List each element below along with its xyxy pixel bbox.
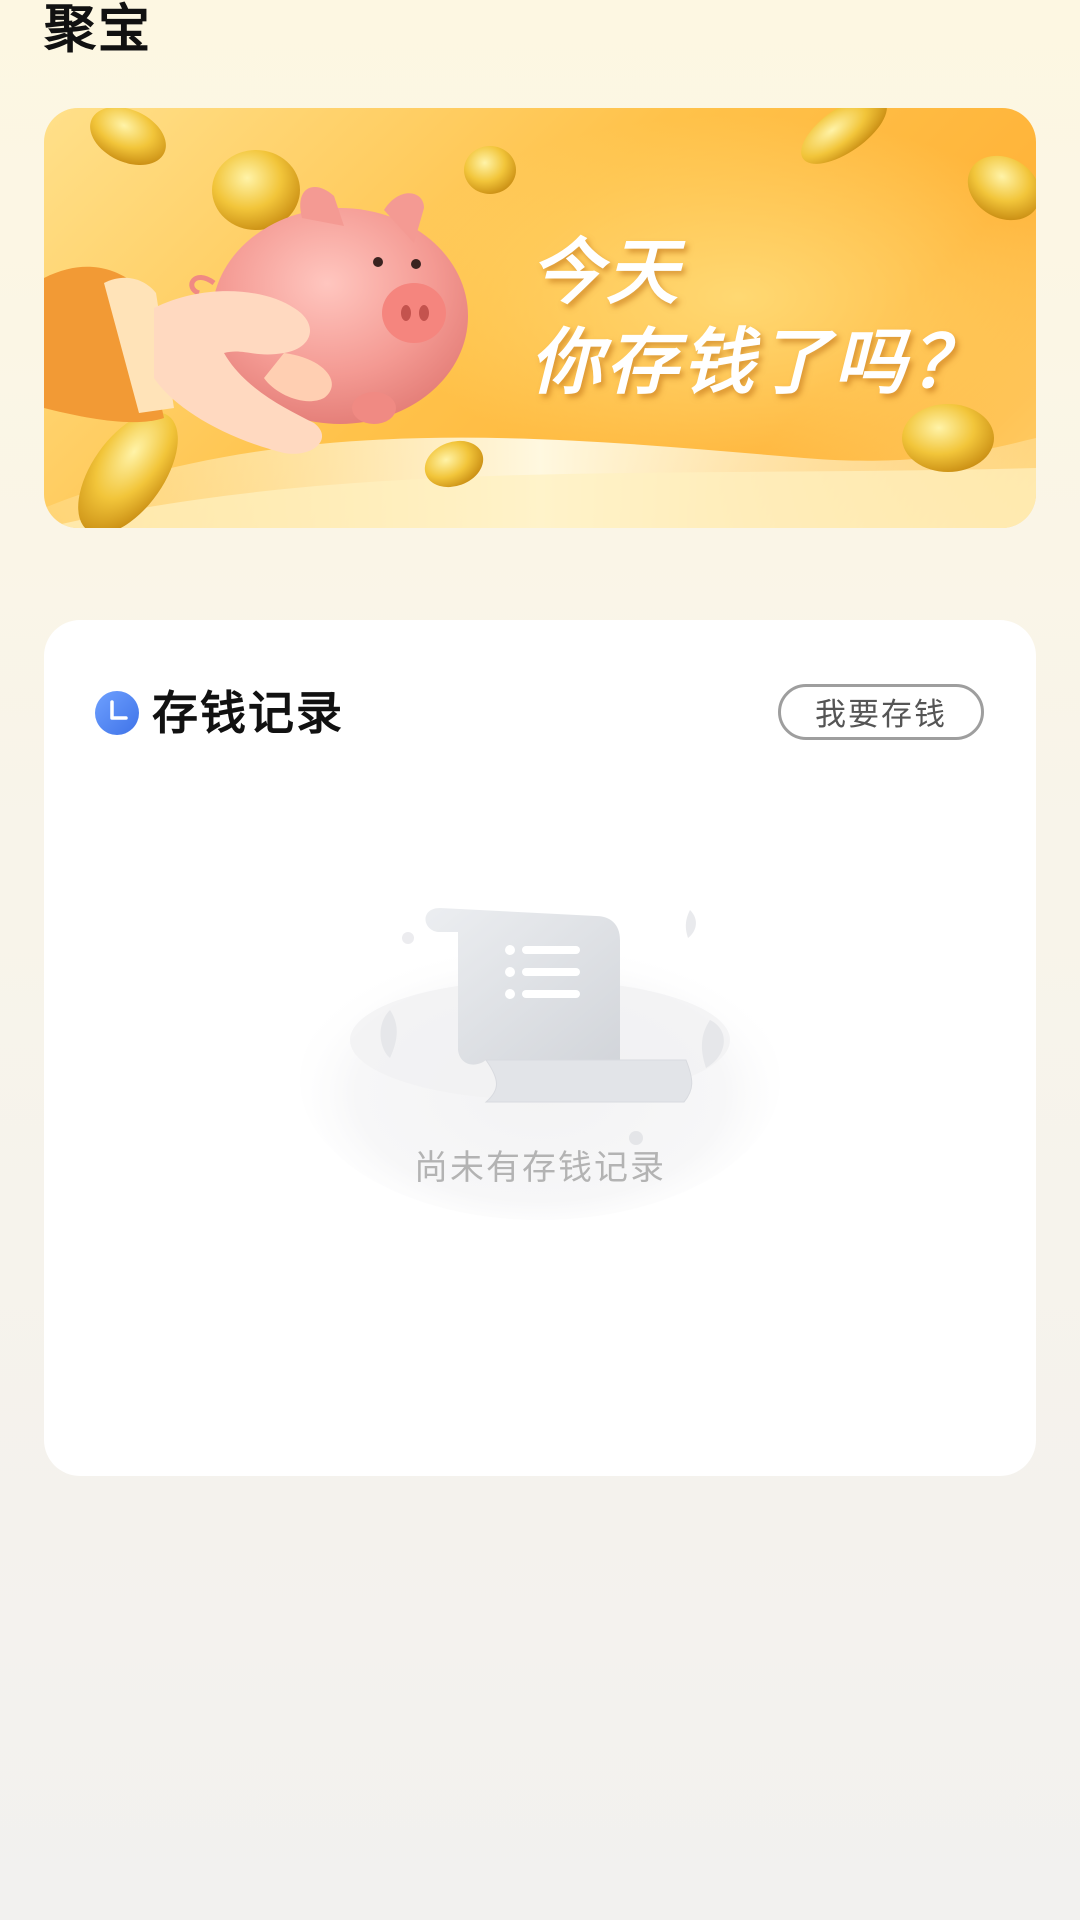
banner-headline-line2: 你存钱了吗？ (530, 320, 987, 404)
banner-illustration (44, 108, 1036, 528)
empty-state-text: 尚未有存钱记录 (414, 1148, 666, 1188)
save-money-button[interactable]: 我要存钱 (778, 684, 984, 740)
page-title: 聚宝 (44, 0, 153, 60)
promo-banner[interactable]: 今天 你存钱了吗？ (44, 108, 1036, 528)
savings-records-card: 存钱记录 我要存钱 尚未有存钱记录 (44, 620, 1036, 1476)
clock-icon (95, 691, 139, 735)
records-title: 存钱记录 (152, 686, 344, 740)
banner-headline-line1: 今天 (530, 230, 683, 314)
